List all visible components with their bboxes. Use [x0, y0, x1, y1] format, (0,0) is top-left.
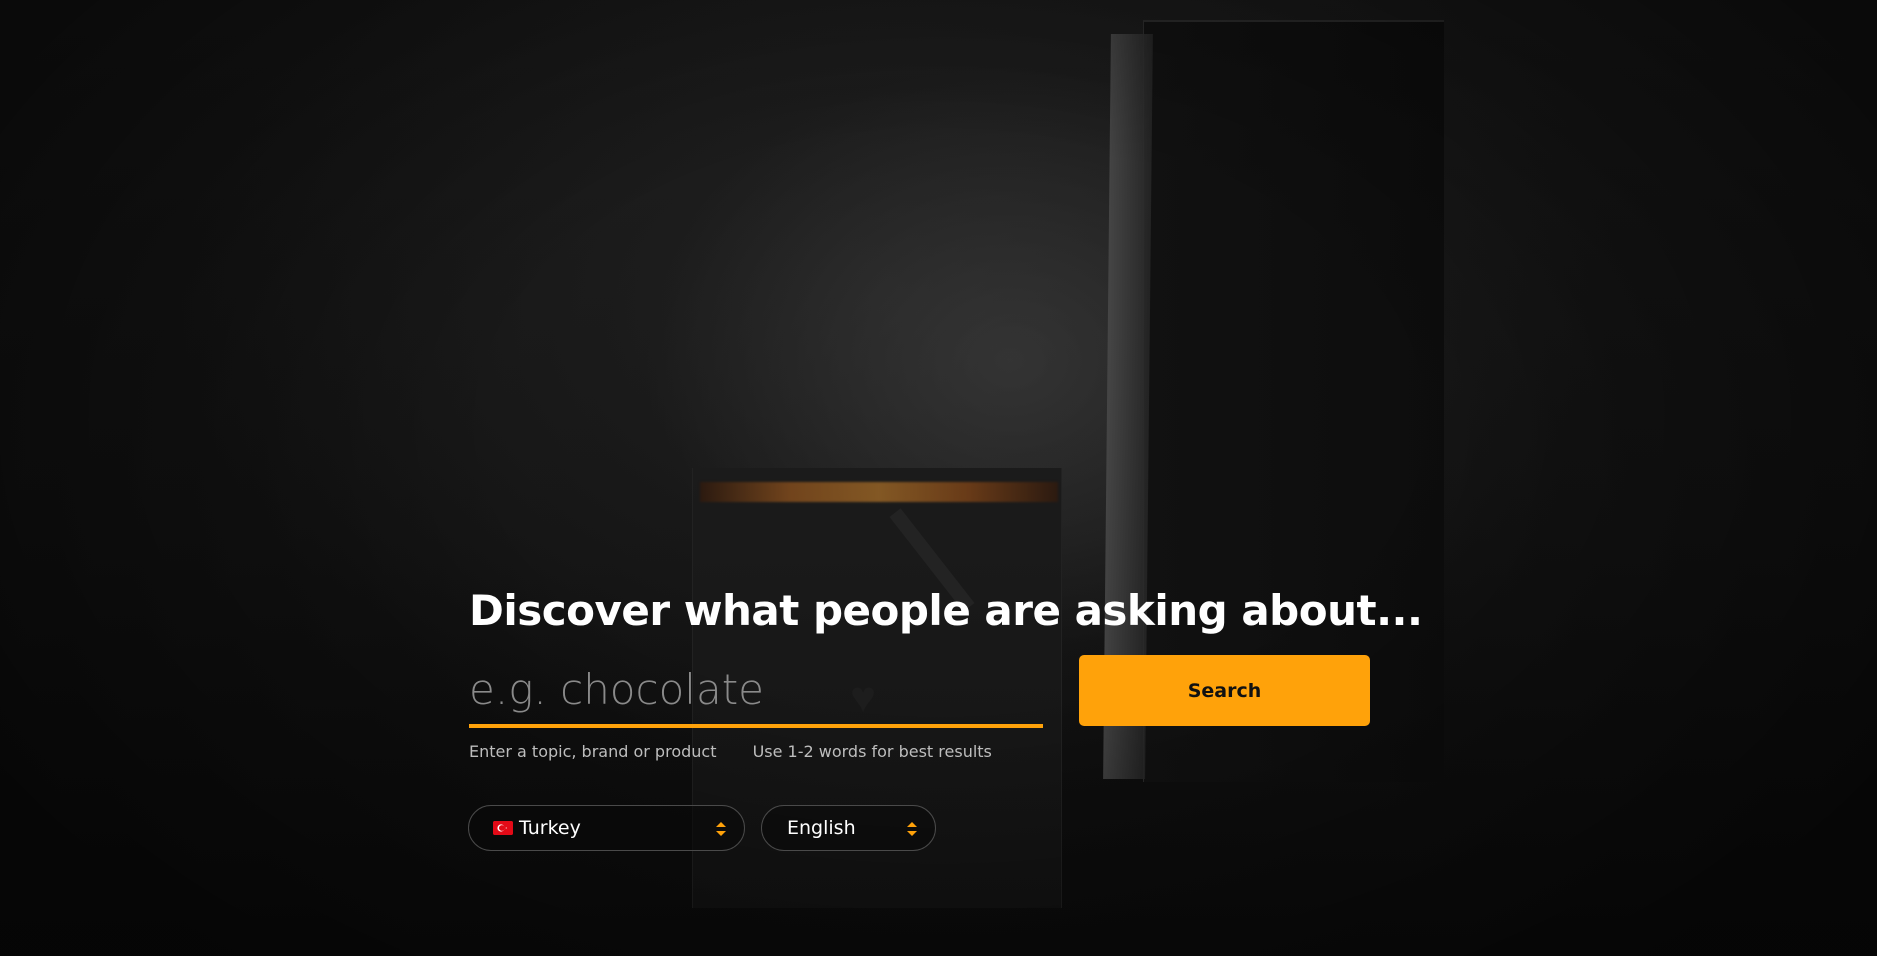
- search-panel: Discover what people are asking about...…: [468, 578, 1423, 853]
- page-title: Discover what people are asking about...: [469, 586, 1423, 635]
- country-select-value: Turkey: [519, 817, 581, 839]
- search-input[interactable]: [469, 654, 1043, 724]
- hint-word-count: Use 1-2 words for best results: [752, 742, 992, 761]
- language-select[interactable]: English: [761, 805, 936, 851]
- search-hints: Enter a topic, brand or product Use 1-2 …: [469, 742, 1389, 766]
- locale-selectors: Turkey English: [468, 805, 1389, 853]
- search-button[interactable]: Search: [1079, 655, 1370, 726]
- country-select[interactable]: Turkey: [468, 805, 745, 851]
- hero-section: ♥ Discover what people are asking about.…: [0, 0, 1877, 956]
- select-arrows-icon: [716, 822, 726, 836]
- language-select-value: English: [787, 817, 856, 839]
- select-arrows-icon: [907, 822, 917, 836]
- hint-topic: Enter a topic, brand or product: [469, 742, 717, 761]
- search-row: Search: [469, 654, 1389, 728]
- turkey-flag-icon: [493, 821, 513, 835]
- search-input-wrapper: [469, 654, 1043, 728]
